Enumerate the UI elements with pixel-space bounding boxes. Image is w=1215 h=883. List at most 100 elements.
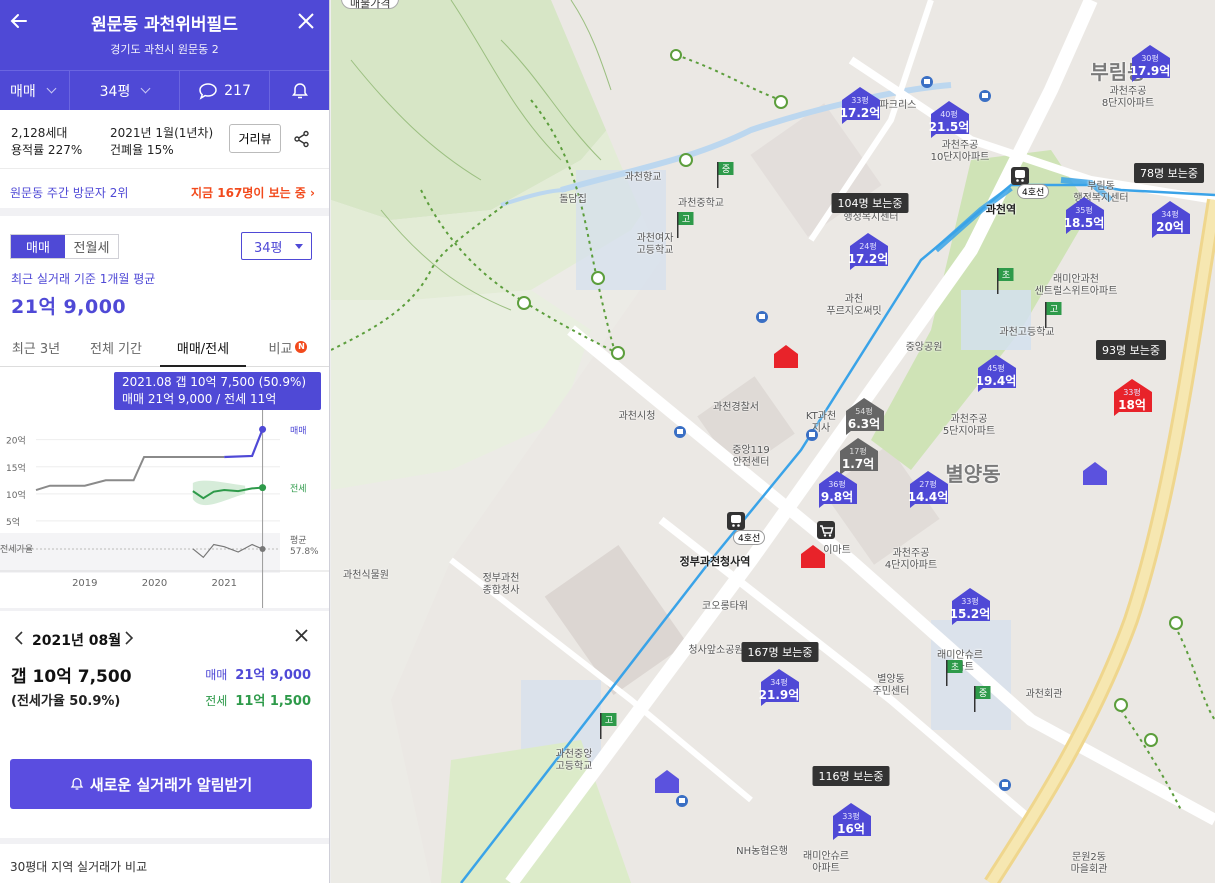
map-view[interactable]: 매물가격 과천향교 돌담집 과천중학교 과천여자 고등학교 과천시청 과천경찰서… <box>331 0 1215 883</box>
house-marker-icon[interactable] <box>773 343 799 373</box>
bus-stop-icon[interactable] <box>674 423 686 442</box>
toggle-rent[interactable]: 전월세 <box>65 235 118 258</box>
map-label: 과천중학교 <box>678 198 724 209</box>
station-label: 정부과천청사역 <box>679 555 751 568</box>
comments-button[interactable]: 217 <box>180 71 270 110</box>
viewer-count-bubble: 93명 보는중 <box>1096 340 1166 360</box>
prev-month-icon[interactable] <box>14 630 24 646</box>
area-select[interactable]: 34평 <box>241 232 312 260</box>
tab-compare[interactable]: 비교 N <box>246 328 329 366</box>
visitor-rank: 원문동 주간 방문자 2위 <box>10 186 129 200</box>
high-school-flag-icon: 고 <box>676 212 696 242</box>
built-date: 2021년 1월(1년차) <box>110 126 214 140</box>
speech-bubble-icon <box>199 82 217 100</box>
trade-type-dropdown[interactable]: 매매 <box>0 71 70 110</box>
price-pin[interactable]: 24평 17.2억 <box>845 232 891 270</box>
map-label: 코오롱타워 <box>702 601 748 612</box>
jeonse-ratio: (전세가율 50.9%) <box>11 694 121 709</box>
map-label: 과천주공 8단지아파트 <box>1101 86 1155 109</box>
svg-text:고: 고 <box>1050 305 1058 315</box>
avg-end-value: 57.8% <box>290 547 319 557</box>
viewer-count-bubble: 167명 보는중 <box>741 642 819 662</box>
price-pin[interactable]: 27평 14.4억 <box>905 470 951 508</box>
map-base[interactable] <box>331 0 1215 883</box>
station-label: 과천역 <box>985 203 1017 216</box>
tab-recent-3y[interactable]: 최근 3년 <box>0 328 72 366</box>
price-pin[interactable]: 34평 20억 <box>1147 200 1193 238</box>
tab-all-period[interactable]: 전체 기간 <box>72 328 160 366</box>
line-badge: 4호선 <box>1017 184 1050 199</box>
high-school-flag-icon: 고 <box>1044 302 1064 332</box>
map-filter-chip[interactable]: 매물가격 <box>341 0 400 10</box>
viewer-count-bubble: 116명 보는중 <box>812 766 890 786</box>
bus-stop-icon[interactable] <box>806 426 818 445</box>
alarm-button[interactable] <box>270 71 329 110</box>
jeonse-range-band <box>192 480 246 506</box>
price-pin[interactable]: 30평 17.9억 <box>1127 44 1173 82</box>
close-icon[interactable] <box>294 628 309 643</box>
bus-stop-icon[interactable] <box>756 308 768 327</box>
price-pin[interactable]: 33평 17.2억 <box>837 86 883 124</box>
bus-stop-icon[interactable] <box>921 73 933 92</box>
toggle-sale[interactable]: 매매 <box>11 235 65 258</box>
bus-stop-icon[interactable] <box>676 792 688 811</box>
svg-text:중: 중 <box>979 688 987 699</box>
house-marker-icon[interactable] <box>800 543 826 573</box>
households: 2,128세대 <box>11 126 68 140</box>
cart-icon[interactable] <box>817 521 835 543</box>
street-view-button[interactable]: 거리뷰 <box>229 124 281 153</box>
share-icon[interactable] <box>293 130 311 148</box>
svg-text:고: 고 <box>682 215 690 225</box>
lower-axis-label: 전세가율 <box>0 544 33 555</box>
middle-school-flag-icon: 중 <box>716 162 736 192</box>
jeonse-point <box>259 484 267 492</box>
map-label: 이마트 <box>823 545 851 556</box>
price-pin[interactable]: 40평 21.5억 <box>926 100 972 138</box>
price-pin[interactable]: 33평 15.2억 <box>947 587 993 625</box>
map-label: 과천식물원 <box>343 570 389 581</box>
new-badge: N <box>295 341 308 353</box>
svg-text:중: 중 <box>722 164 730 175</box>
average-label: 최근 실거래 기준 1개월 평균 <box>11 272 156 286</box>
svg-text:초: 초 <box>1002 270 1010 281</box>
chevron-down-icon <box>140 83 151 94</box>
tab-sale-jeonse[interactable]: 매매/전세 <box>160 328 246 367</box>
map-label: 파크리스 <box>879 100 917 111</box>
month-navigator: 2021년 08월 <box>0 624 329 654</box>
gap-amount: 갭 10억 7,500 <box>11 667 132 687</box>
divider <box>0 608 329 611</box>
area-dropdown[interactable]: 34평 <box>70 71 180 110</box>
close-icon[interactable] <box>297 12 315 30</box>
bus-stop-icon[interactable] <box>999 776 1011 795</box>
y-tick-label: 10억 <box>6 489 26 501</box>
map-label: 과천향교 <box>624 172 662 183</box>
ratio-point <box>259 546 266 553</box>
price-alert-button[interactable]: 새로운 실거래가 알림받기 <box>10 759 312 809</box>
next-month-icon[interactable] <box>124 630 134 646</box>
price-pin[interactable]: 35평 18.5억 <box>1061 196 1107 234</box>
price-pin[interactable]: 33평 16억 <box>828 802 874 840</box>
viewer-count-bubble: 104명 보는중 <box>831 193 909 213</box>
house-marker-icon[interactable] <box>1082 460 1108 490</box>
complex-title: 원문동 과천위버필드 <box>91 15 238 35</box>
compare-section-title: 30평대 지역 실거래가 비교 <box>10 860 148 874</box>
bus-stop-icon[interactable] <box>979 87 991 106</box>
price-pin[interactable]: 36평 9.8억 <box>814 470 860 508</box>
sale-price-row: 매매 21억 9,000 <box>205 668 311 683</box>
visitor-rank-row[interactable]: 원문동 주간 방문자 2위 지금 167명이 보는 중 › <box>0 169 329 216</box>
jeonse-end-label: 전세 <box>290 484 307 495</box>
price-pin[interactable]: 54평 6.3억 <box>841 397 887 435</box>
middle-school-flag-icon: 중 <box>973 686 993 716</box>
sale-end-label: 매매 <box>290 425 307 436</box>
price-pin[interactable]: 34평 21.9억 <box>756 668 802 706</box>
map-label: 과천여자 고등학교 <box>636 233 674 256</box>
avg-end-label: 평균 <box>290 535 307 546</box>
price-pin[interactable]: 33평 18억 <box>1109 378 1155 416</box>
line-badge: 4호선 <box>733 530 766 545</box>
detail-panel: 원문동 과천위버필드 경기도 과천시 원문동 2 매매 34평 217 2,12… <box>0 0 330 883</box>
building-coverage: 건폐율 15% <box>110 143 174 157</box>
map-label: 문원2동 마을회관 <box>1070 852 1108 875</box>
map-label: NH농협은행 <box>736 846 788 857</box>
elementary-school-flag-icon: 초 <box>945 660 965 690</box>
price-pin[interactable]: 45평 19.4억 <box>973 354 1019 392</box>
